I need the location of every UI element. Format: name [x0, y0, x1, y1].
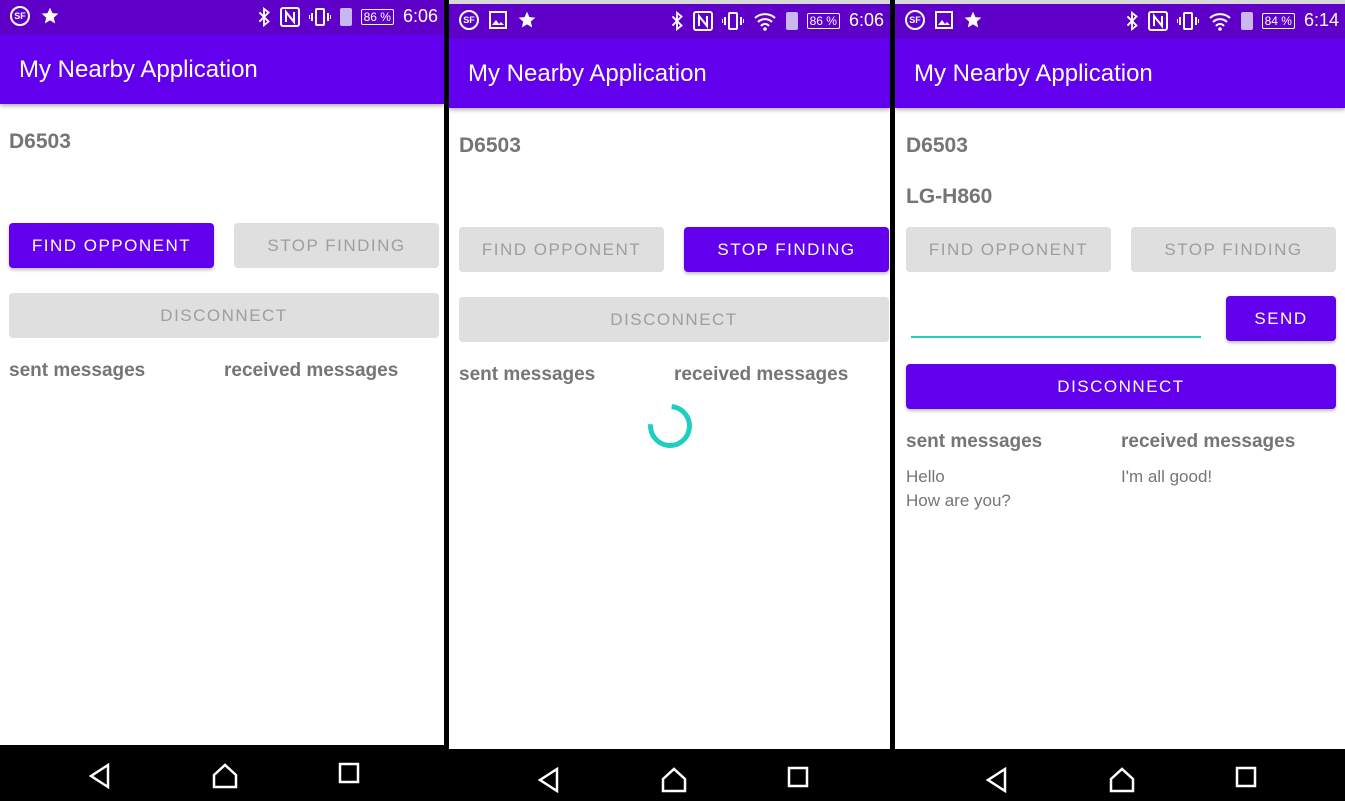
disconnect-button[interactable]: DISCONNECT [459, 297, 889, 342]
battery-alert-icon [785, 11, 798, 30]
back-icon[interactable] [985, 766, 1009, 794]
vibrate-icon [1176, 11, 1199, 30]
device-name: D6503 [906, 134, 968, 157]
bluetooth-icon [1126, 10, 1138, 31]
disconnect-button[interactable]: DISCONNECT [906, 364, 1336, 409]
app-title: My Nearby Application [468, 60, 707, 87]
battery-level: 86 % [806, 12, 840, 29]
stop-finding-button[interactable]: STOP FINDING [1131, 227, 1336, 272]
received-message: I'm all good! [1121, 467, 1213, 486]
back-icon[interactable] [88, 762, 112, 790]
clock: 6:14 [1303, 10, 1339, 30]
battery-alert-icon [1240, 11, 1253, 30]
app-bar: My Nearby Application [0, 34, 444, 104]
received-messages-header: received messages [674, 364, 849, 385]
sf-notification-icon: SF [10, 6, 30, 26]
status-bar: SF 84 % 6:14 [895, 4, 1345, 38]
screen-1: SF 86 % 6:06 My Nearby Application D6503… [0, 0, 444, 801]
navigation-bar [0, 745, 444, 801]
find-opponent-button[interactable]: FIND OPPONENT [459, 227, 664, 272]
recents-icon[interactable] [338, 762, 360, 784]
vibrate-icon [721, 11, 744, 30]
battery-alert-icon [339, 7, 352, 26]
send-button[interactable]: SEND [1226, 296, 1336, 341]
bluetooth-icon [671, 10, 683, 31]
nfc-icon [1147, 10, 1168, 31]
app-title: My Nearby Application [914, 60, 1153, 87]
find-opponent-button[interactable]: FIND OPPONENT [9, 223, 214, 268]
screen-2: SF 86 % 6:06 My Nearby Application D6503… [449, 0, 890, 801]
stop-finding-button[interactable]: STOP FINDING [684, 227, 889, 272]
opponent-name: LG-H860 [906, 185, 993, 208]
app-title: My Nearby Application [19, 56, 258, 83]
status-bar: SF 86 % 6:06 [0, 0, 444, 34]
app-bar: My Nearby Application [895, 38, 1345, 108]
sent-message: How are you? [906, 491, 1011, 510]
loading-spinner [639, 395, 701, 457]
wifi-icon [753, 12, 776, 31]
home-icon[interactable] [211, 762, 239, 790]
sent-message: Hello [906, 467, 945, 486]
sent-messages-header: sent messages [906, 431, 1043, 452]
navigation-bar [449, 749, 890, 801]
stop-finding-button[interactable]: STOP FINDING [234, 223, 439, 268]
battery-level: 86 % [360, 8, 394, 25]
recents-icon[interactable] [1235, 766, 1257, 788]
back-icon[interactable] [537, 766, 561, 794]
sent-messages-header: sent messages [459, 364, 596, 385]
app-bar: My Nearby Application [449, 38, 890, 108]
message-input[interactable] [911, 306, 1201, 338]
nfc-icon [692, 10, 713, 31]
clock: 6:06 [848, 10, 884, 30]
image-icon [935, 11, 953, 29]
sent-messages-header: sent messages [9, 360, 146, 381]
device-name: D6503 [459, 134, 521, 157]
received-messages-header: received messages [224, 360, 399, 381]
vibrate-icon [308, 7, 331, 26]
clock: 6:06 [402, 6, 438, 26]
star-icon [518, 11, 536, 28]
screen-3: SF 84 % 6:14 My Nearby Application D6503… [895, 0, 1345, 801]
battery-level: 84 % [1261, 12, 1295, 29]
star-icon [964, 11, 982, 28]
bluetooth-icon [258, 6, 270, 27]
sf-notification-icon: SF [905, 10, 925, 30]
nfc-icon [279, 6, 300, 27]
received-messages-header: received messages [1121, 431, 1296, 452]
find-opponent-button[interactable]: FIND OPPONENT [906, 227, 1111, 272]
image-icon [489, 11, 507, 29]
sf-notification-icon: SF [459, 10, 479, 30]
recents-icon[interactable] [787, 766, 809, 788]
wifi-icon [1208, 12, 1231, 31]
navigation-bar [895, 749, 1345, 801]
star-icon [41, 7, 59, 24]
home-icon[interactable] [1108, 766, 1136, 794]
device-name: D6503 [9, 130, 71, 153]
home-icon[interactable] [660, 766, 688, 794]
status-bar: SF 86 % 6:06 [449, 4, 890, 38]
disconnect-button[interactable]: DISCONNECT [9, 293, 439, 338]
